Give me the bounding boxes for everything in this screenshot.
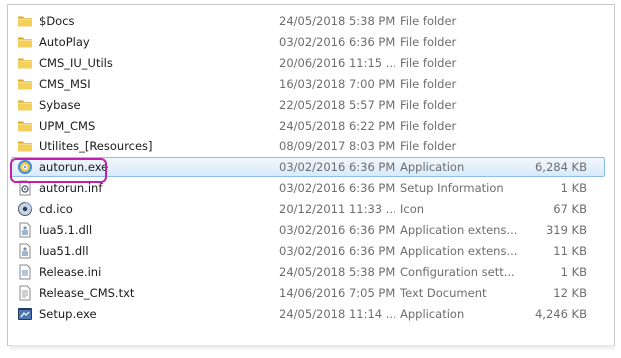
file-type: File folder [400,118,457,133]
file-date-modified: 03/02/2016 6:36 PM [279,181,395,196]
file-size: 11 KB [553,243,587,258]
file-size: 1 KB [560,181,587,196]
folder-icon [17,75,34,93]
text-file-icon [17,284,34,302]
file-name: lua5.1.dll [39,223,93,237]
file-name: autorun.exe [39,160,109,175]
file-type: File folder [400,55,457,70]
setup-app-icon [17,305,34,323]
file-type: Application extens... [400,243,518,258]
ini-icon [17,263,34,281]
file-name: Setup.exe [39,306,97,321]
file-type: File folder [400,139,457,154]
folder-icon [17,96,34,114]
file-name: Utilites_[Resources] [39,139,153,154]
file-name: Release_CMS.txt [39,285,135,300]
file-date-modified: 24/05/2018 5:38 PM [279,14,395,28]
file-date-modified: 03/02/2016 6:36 PM [279,223,395,237]
file-row[interactable]: Sybase 22/05/2018 5:57 PM File folder [11,95,605,115]
pane-shadow [10,345,614,351]
file-row[interactable]: CMS_MSI 16/03/2018 7:00 PM File folder [11,74,605,94]
file-list-pane: $Docs 24/05/2018 5:38 PM File folder Aut… [7,4,615,346]
file-size: 67 KB [553,202,587,217]
file-size: 4,246 KB [534,306,587,321]
file-type: Application [400,160,465,175]
file-date-modified: 03/02/2016 6:36 PM [279,243,395,258]
file-row[interactable]: autorun.exe 03/02/2016 6:36 PM Applicati… [11,157,605,178]
file-type: File folder [400,14,457,28]
file-row[interactable]: lua51.dll 03/02/2016 6:36 PM Application… [11,241,605,261]
file-date-modified: 08/09/2017 8:03 PM [279,139,395,154]
file-name: UPM_CMS [39,118,96,133]
file-date-modified: 24/05/2018 6:22 PM [279,118,395,133]
file-date-modified: 03/02/2016 6:36 PM [279,160,395,175]
file-row[interactable]: Utilites_[Resources] 08/09/2017 8:03 PM … [11,136,605,156]
file-name: Release.ini [39,264,102,279]
file-name: CMS_MSI [39,76,91,91]
file-name: cd.ico [39,202,73,217]
file-row[interactable]: AutoPlay 03/02/2016 6:36 PM File folder [11,32,605,52]
file-date-modified: 22/05/2018 5:57 PM [279,97,395,112]
file-row[interactable]: Setup.exe 24/05/2018 11:14 ... Applicati… [11,304,605,324]
file-size: 6,284 KB [534,160,587,175]
file-type: File folder [400,76,457,91]
file-type: Text Document [400,285,487,300]
autorun-app-icon [17,158,34,176]
file-date-modified: 14/06/2016 7:05 PM [279,285,395,300]
file-type: Configuration sett... [400,264,515,279]
file-type: File folder [400,34,457,49]
file-date-modified: 20/06/2016 11:15 ... [279,55,395,70]
file-row[interactable]: lua5.1.dll 03/02/2016 6:36 PM Applicatio… [11,220,605,240]
cd-icon [17,200,34,218]
file-date-modified: 24/05/2018 5:38 PM [279,264,395,279]
file-name: Sybase [39,97,81,112]
file-type: Application extens... [400,223,518,237]
file-type: File folder [400,97,457,112]
file-name: AutoPlay [39,34,90,49]
file-row[interactable]: Release_CMS.txt 14/06/2016 7:05 PM Text … [11,283,605,303]
file-date-modified: 03/02/2016 6:36 PM [279,34,395,49]
file-row[interactable]: cd.ico 20/12/2011 11:33 ... Icon 67 KB [11,199,605,219]
file-date-modified: 24/05/2018 11:14 ... [279,306,395,321]
file-name: autorun.inf [39,181,103,196]
folder-icon [17,137,34,155]
folder-icon [17,33,34,51]
file-type: Setup Information [400,181,504,196]
file-row[interactable]: autorun.inf 03/02/2016 6:36 PM Setup Inf… [11,178,605,198]
file-date-modified: 20/12/2011 11:33 ... [279,202,395,217]
file-date-modified: 16/03/2018 7:00 PM [279,76,395,91]
file-name: lua51.dll [39,243,89,258]
file-name: $Docs [39,14,75,28]
file-size: 12 KB [553,285,587,300]
file-type: Icon [400,202,425,217]
dll-icon [17,242,34,260]
folder-icon [17,117,34,135]
file-row[interactable]: UPM_CMS 24/05/2018 6:22 PM File folder [11,116,605,136]
folder-icon [17,54,34,72]
file-row[interactable]: CMS_IU_Utils 20/06/2016 11:15 ... File f… [11,53,605,73]
file-name: CMS_IU_Utils [39,55,113,70]
setup-info-icon [17,179,34,197]
file-size: 1 KB [560,264,587,279]
file-row[interactable]: Release.ini 24/05/2018 5:38 PM Configura… [11,262,605,282]
folder-icon [17,12,34,30]
file-row[interactable]: $Docs 24/05/2018 5:38 PM File folder [11,11,605,31]
file-type: Application [400,306,465,321]
dll-icon [17,221,34,239]
file-size: 319 KB [545,223,587,237]
